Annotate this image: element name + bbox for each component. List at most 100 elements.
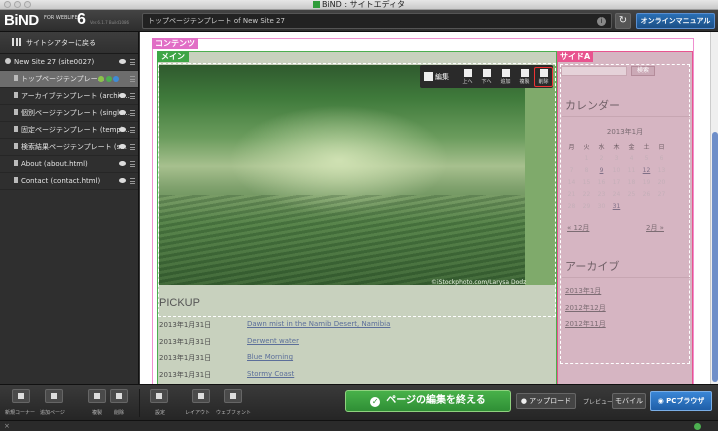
reload-button[interactable]: ↻ bbox=[615, 13, 631, 29]
online-manual-button[interactable]: オンラインマニュアル bbox=[636, 13, 715, 29]
new-corner-label: 新規コーナー bbox=[5, 410, 36, 416]
calendar-day: 23 bbox=[597, 190, 606, 198]
post-date: 2013年1月31日 bbox=[159, 321, 212, 329]
search-button[interactable]: 検索 bbox=[631, 66, 655, 76]
webfont-button[interactable] bbox=[224, 389, 242, 403]
scrollbar-thumb[interactable] bbox=[712, 132, 718, 382]
archive-link[interactable]: 2012年11月 bbox=[565, 319, 606, 329]
move-down-button[interactable]: 下へ bbox=[477, 68, 496, 85]
sidebar-item-search-template[interactable]: 検索結果ページテンプレート (s... bbox=[0, 139, 138, 156]
calendar-day: 26 bbox=[642, 190, 651, 198]
calendar-day: 13 bbox=[657, 166, 666, 174]
status-badge bbox=[106, 76, 112, 82]
status-badge bbox=[98, 76, 104, 82]
sidebar-item-fixed-template[interactable]: 固定ページテンプレート (templ... bbox=[0, 122, 138, 139]
menu-icon[interactable] bbox=[130, 93, 135, 99]
calendar-day: 14 bbox=[567, 178, 576, 186]
sidebar-item-about[interactable]: About (about.html) bbox=[0, 156, 138, 173]
delete-page-button[interactable] bbox=[110, 389, 128, 403]
page-icon bbox=[14, 75, 18, 81]
archive-link[interactable]: 2012年12月 bbox=[565, 303, 606, 313]
calendar-day: 10 bbox=[612, 166, 621, 174]
settings-button[interactable] bbox=[150, 389, 168, 403]
calendar-day-link[interactable]: 12 bbox=[639, 164, 654, 176]
pc-browser-label: PCブラウザ bbox=[666, 397, 705, 405]
window-controls[interactable] bbox=[4, 1, 31, 8]
visibility-icon[interactable] bbox=[119, 127, 126, 132]
calendar-day: 11 bbox=[627, 166, 636, 174]
add-page-icon bbox=[51, 393, 57, 399]
site-root-label: New Site 27 (site0027) bbox=[14, 58, 95, 66]
copy-block-button[interactable]: 複製 bbox=[515, 68, 534, 85]
layout-button[interactable] bbox=[192, 389, 210, 403]
delete-block-button[interactable]: 削除 bbox=[534, 66, 553, 87]
sidebar-item-label: 固定ページテンプレート (templ... bbox=[21, 126, 130, 134]
post-date: 2013年1月31日 bbox=[159, 354, 212, 362]
mobile-preview-button[interactable]: モバイル bbox=[612, 393, 646, 409]
sidebar-item-contact[interactable]: Contact (contact.html) bbox=[0, 173, 138, 190]
edit-block-button[interactable]: 編集 bbox=[424, 72, 458, 82]
calendar-day: 17 bbox=[612, 178, 621, 186]
menu-icon[interactable] bbox=[130, 59, 135, 65]
calendar-day-link[interactable]: 31 bbox=[609, 200, 624, 212]
calendar-day bbox=[654, 200, 669, 212]
divider bbox=[562, 277, 690, 278]
minimize-window-button[interactable] bbox=[14, 1, 21, 8]
archive-link[interactable]: 2013年1月 bbox=[565, 286, 601, 296]
visibility-icon[interactable] bbox=[119, 144, 126, 149]
sidebar-item-label: About (about.html) bbox=[21, 160, 88, 168]
post-link[interactable]: Blue Morning bbox=[247, 353, 293, 361]
sidebar-item-single-template[interactable]: 個別ページテンプレート (single... bbox=[0, 105, 138, 122]
site-root-item[interactable]: New Site 27 (site0027) bbox=[0, 54, 138, 71]
delete-block-label: 削除 bbox=[538, 78, 549, 85]
weekday-label: 木 bbox=[613, 143, 620, 151]
finish-editing-button[interactable]: ✓ ページの編集を終える bbox=[345, 390, 511, 412]
zoom-window-button[interactable] bbox=[24, 1, 31, 8]
calendar-day-link[interactable]: 9 bbox=[594, 164, 609, 176]
new-corner-button[interactable] bbox=[12, 389, 30, 403]
upload-button[interactable]: ● アップロード bbox=[516, 393, 576, 409]
logo-version-number: 6 bbox=[77, 11, 86, 28]
plus-icon bbox=[501, 68, 510, 77]
sidebar-item-archive-template[interactable]: アーカイブテンプレート (archiv... bbox=[0, 88, 138, 105]
menu-icon[interactable] bbox=[130, 144, 135, 150]
menu-icon[interactable] bbox=[130, 127, 135, 133]
search-input[interactable] bbox=[561, 66, 627, 76]
menu-icon[interactable] bbox=[130, 161, 135, 167]
post-link[interactable]: Dawn mist in the Namib Desert, Namibia bbox=[247, 320, 390, 328]
visibility-icon[interactable] bbox=[119, 178, 126, 183]
arrow-down-icon bbox=[482, 68, 491, 77]
duplicate-button[interactable] bbox=[88, 389, 106, 403]
menu-icon[interactable] bbox=[130, 178, 135, 184]
gear-icon bbox=[156, 393, 162, 399]
visibility-icon[interactable] bbox=[119, 161, 126, 166]
calendar-day: 25 bbox=[627, 190, 636, 198]
calendar-next-link[interactable]: 2月 » bbox=[646, 223, 664, 233]
move-up-button[interactable]: 上へ bbox=[458, 68, 477, 85]
calendar-prev-link[interactable]: « 12月 bbox=[567, 223, 589, 233]
visibility-icon[interactable] bbox=[119, 59, 126, 64]
pickup-heading: PICKUP bbox=[159, 297, 200, 309]
post-link[interactable]: Stormy Coast bbox=[247, 370, 294, 378]
add-block-button[interactable]: 追加 bbox=[496, 68, 515, 85]
menu-icon[interactable] bbox=[130, 76, 135, 82]
back-to-theater-button[interactable]: サイトシアターに戻る bbox=[0, 32, 138, 54]
add-page-button[interactable] bbox=[45, 389, 63, 403]
calendar-day: 28 bbox=[567, 202, 576, 210]
close-window-button[interactable] bbox=[4, 1, 11, 8]
menu-icon[interactable] bbox=[130, 110, 135, 116]
page-icon bbox=[14, 177, 18, 183]
contents-area-label: コンテンツ bbox=[152, 38, 198, 49]
sidebar-item-top-template[interactable]: トップページテンプレー... bbox=[0, 71, 138, 88]
post-link[interactable]: Derwent water bbox=[247, 337, 299, 345]
canvas-scrollbar[interactable] bbox=[710, 32, 718, 384]
post-date: 2013年1月31日 bbox=[159, 338, 212, 346]
info-icon[interactable]: i bbox=[597, 17, 606, 26]
visibility-icon[interactable] bbox=[119, 110, 126, 115]
close-icon[interactable]: × bbox=[4, 421, 10, 431]
visibility-icon[interactable] bbox=[119, 93, 126, 98]
pc-browser-preview-button[interactable]: ◉ PCブラウザ bbox=[650, 391, 712, 411]
calendar-day: 2 bbox=[599, 154, 604, 162]
calendar-day: 30 bbox=[597, 202, 606, 210]
status-indicator bbox=[694, 423, 701, 430]
